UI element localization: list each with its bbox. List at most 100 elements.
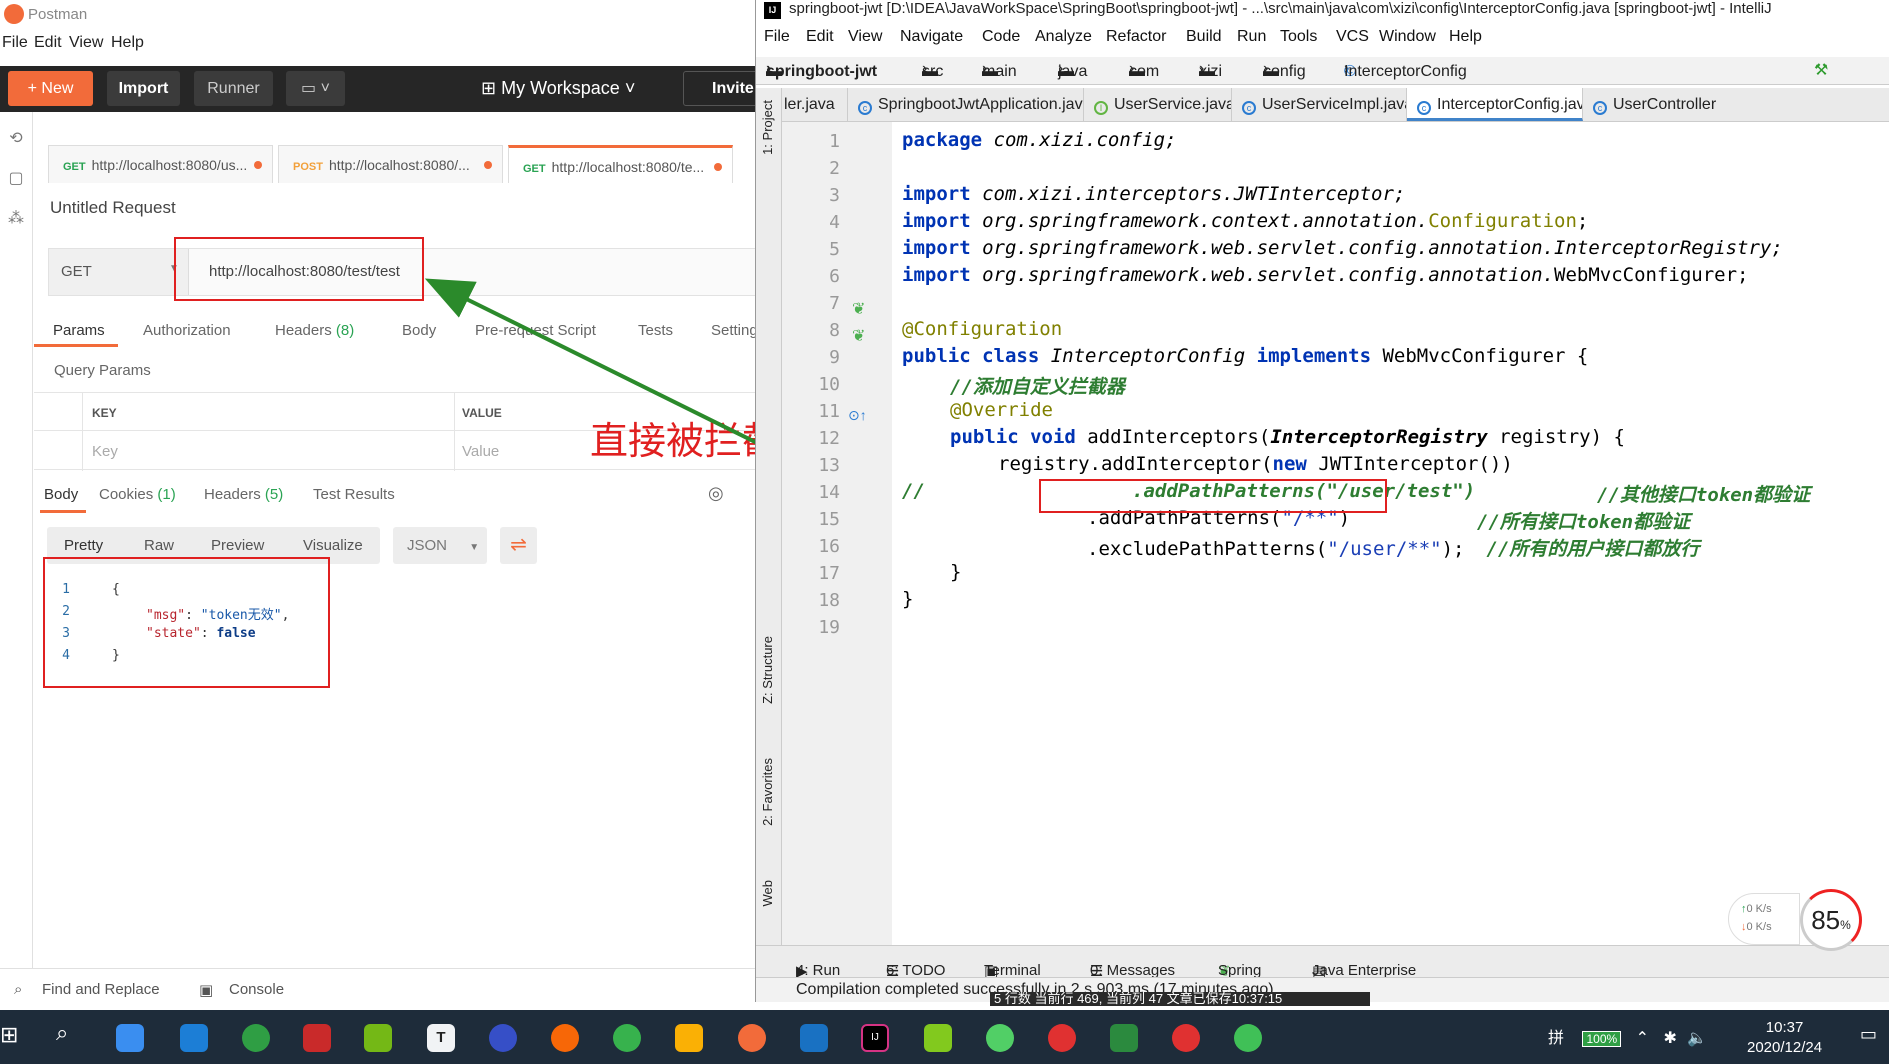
volume-icon[interactable]: 🔈 — [1687, 1030, 1707, 1047]
notification-icon[interactable]: ▭ — [1860, 1024, 1877, 1045]
app-icon[interactable] — [116, 1024, 144, 1052]
code-text: addInterceptors( — [1075, 426, 1271, 448]
app-icon[interactable] — [242, 1024, 270, 1052]
code-line: import org.springframework.web.servlet.c… — [902, 237, 1783, 259]
clock[interactable]: 10:37 2020/12/24 — [1747, 1018, 1822, 1058]
menu-help[interactable]: Help — [1449, 28, 1482, 46]
menu-navigate[interactable]: Navigate — [900, 28, 963, 46]
editor-tab-active[interactable]: cInterceptorConfig.java✕ — [1407, 88, 1583, 121]
redis-icon[interactable] — [303, 1024, 331, 1052]
code-editor[interactable]: package com.xizi.config; import com.xizi… — [892, 122, 1889, 958]
line-number: 7 — [829, 293, 840, 314]
battery-indicator[interactable]: 100% — [1582, 1031, 1622, 1047]
intellij-window: IJ springboot-jwt [D:\IDEA\JavaWorkSpace… — [755, 0, 1889, 1002]
menu-tools[interactable]: Tools — [1280, 28, 1317, 46]
menu-file[interactable]: File — [764, 28, 790, 46]
breadcrumb-item[interactable]: ▬ xizi › — [1199, 60, 1222, 80]
chevron-up-icon[interactable]: ⌃ — [1636, 1030, 1649, 1047]
windows-start-icon[interactable]: ⊞ — [0, 1022, 18, 1050]
eclipse-icon[interactable] — [489, 1024, 517, 1052]
breadcrumb-item[interactable]: ▬ java › — [1058, 60, 1087, 80]
spring-bean-icon[interactable]: ❦ — [852, 299, 865, 319]
breadcrumb-item[interactable]: © InterceptorConfig › — [1344, 60, 1467, 80]
menu-edit[interactable]: Edit — [806, 28, 834, 46]
spring-config-icon[interactable]: ❦ — [852, 326, 865, 346]
breadcrumb-item[interactable]: ▬ config › — [1263, 60, 1306, 80]
menu-refactor[interactable]: Refactor — [1106, 28, 1166, 46]
search-icon[interactable]: ⌕ — [56, 1020, 84, 1048]
windows-taskbar: ⊞ ⌕ T IJ 拼 100% ⌃ ✱ 🔈 10:37 2020/12/24 ▭ — [0, 1010, 1889, 1064]
editor-tab[interactable]: cUserServiceImpl.java✕ — [1232, 88, 1407, 121]
web-tool-button[interactable]: Web — [760, 880, 775, 907]
intellij-icon[interactable]: IJ — [861, 1024, 889, 1052]
code-text: org.springframework.web.servlet.config.a… — [970, 264, 1555, 286]
line-gutter: 1 2 3 4 5 6 7 8 9 10 11 12 13 14 15 16 1… — [782, 122, 892, 958]
line-number: 19 — [818, 617, 840, 638]
app-icon[interactable] — [180, 1024, 208, 1052]
breadcrumb-label: src — [922, 63, 944, 80]
build-hammer-icon[interactable]: ⚒ — [1814, 60, 1828, 80]
breadcrumb-label: com — [1129, 63, 1160, 80]
bluetooth-icon[interactable]: ✱ — [1663, 1030, 1676, 1047]
menu-analyze[interactable]: Analyze — [1035, 28, 1092, 46]
folder-icon[interactable] — [675, 1024, 703, 1052]
code-text: InterceptorConfig — [1039, 345, 1257, 367]
memory-gauge[interactable]: 85% — [1800, 889, 1862, 951]
interface-icon: I — [1094, 101, 1108, 115]
wechat-icon[interactable] — [1234, 1024, 1262, 1052]
menu-vcs[interactable]: VCS — [1336, 28, 1369, 46]
app-icon[interactable] — [364, 1024, 392, 1052]
breadcrumb-item[interactable]: ▬ main › — [982, 60, 1017, 80]
comment: // — [902, 480, 925, 502]
vscode-icon[interactable] — [800, 1024, 828, 1052]
comment: //所有接口token都验证 — [1477, 511, 1691, 533]
ime-icon[interactable]: 拼 — [1548, 1030, 1564, 1047]
app-icon[interactable] — [1110, 1024, 1138, 1052]
code-text: ); — [1441, 538, 1465, 560]
tool-window-bar: ▶ 4: Run ☰ 6: TODO ▣ Terminal ☰ 0: Messa… — [756, 945, 1889, 980]
window-title: springboot-jwt [D:\IDEA\JavaWorkSpace\Sp… — [789, 0, 1772, 17]
keyword: import — [902, 264, 971, 286]
menu-window[interactable]: Window — [1379, 28, 1436, 46]
code-line: import org.springframework.context.annot… — [902, 210, 1588, 232]
favorites-tool-button[interactable]: 2: Favorites — [760, 758, 775, 826]
netease-music-icon[interactable] — [1172, 1024, 1200, 1052]
line-number: 3 — [829, 185, 840, 206]
structure-tool-button[interactable]: Z: Structure — [760, 636, 775, 704]
editor-tab[interactable]: c UserController — [1583, 88, 1889, 121]
editor-tab[interactable]: ler.java — [782, 88, 848, 121]
tab-label: UserController — [1613, 96, 1717, 113]
code-line: } — [950, 561, 962, 583]
code-line: .excludePathPatterns("/user/**"); //所有的用户… — [1087, 534, 1699, 561]
code-line: @Configuration — [902, 318, 1063, 340]
postman-icon[interactable] — [738, 1024, 766, 1052]
app-icon[interactable] — [1048, 1024, 1076, 1052]
breadcrumb-item[interactable]: ▬ src › — [922, 60, 943, 80]
keyword: public void — [950, 426, 1076, 448]
tab-label: UserService.java — [1114, 96, 1232, 113]
chrome-icon[interactable] — [613, 1024, 641, 1052]
firefox-icon[interactable] — [551, 1024, 579, 1052]
typora-icon[interactable]: T — [427, 1024, 455, 1052]
pycharm-icon[interactable] — [924, 1024, 952, 1052]
menu-code[interactable]: Code — [982, 28, 1020, 46]
override-marker-icon[interactable]: ⊙↑ — [848, 407, 867, 424]
menu-run[interactable]: Run — [1237, 28, 1266, 46]
code-line: } — [902, 588, 914, 610]
tab-label: UserServiceImpl.java — [1262, 96, 1407, 113]
clock-date: 2020/12/24 — [1747, 1039, 1823, 1056]
code-line: import org.springframework.web.servlet.c… — [902, 264, 1749, 286]
code-text: WebMvcConfigurer { — [1371, 345, 1589, 367]
menu-build[interactable]: Build — [1186, 28, 1222, 46]
editor-tab[interactable]: IUserService.java✕ — [1084, 88, 1232, 121]
background-status-text: 5 行数 当前行 469, 当前列 47 文章已保存10:37:15 — [990, 992, 1370, 1006]
code-text: .excludePathPatterns( — [1087, 538, 1328, 560]
app-icon[interactable] — [986, 1024, 1014, 1052]
editor-tab[interactable]: cSpringbootJwtApplication.java✕ — [848, 88, 1084, 121]
breadcrumb-item[interactable]: ▬ com › — [1129, 60, 1159, 80]
menu-view[interactable]: View — [848, 28, 882, 46]
code-line: @Override — [950, 399, 1053, 421]
breadcrumb-project[interactable]: ▬ springboot-jwt › — [766, 60, 877, 80]
line-number: 13 — [818, 455, 840, 476]
project-tool-button[interactable]: 1: Project — [760, 100, 775, 155]
